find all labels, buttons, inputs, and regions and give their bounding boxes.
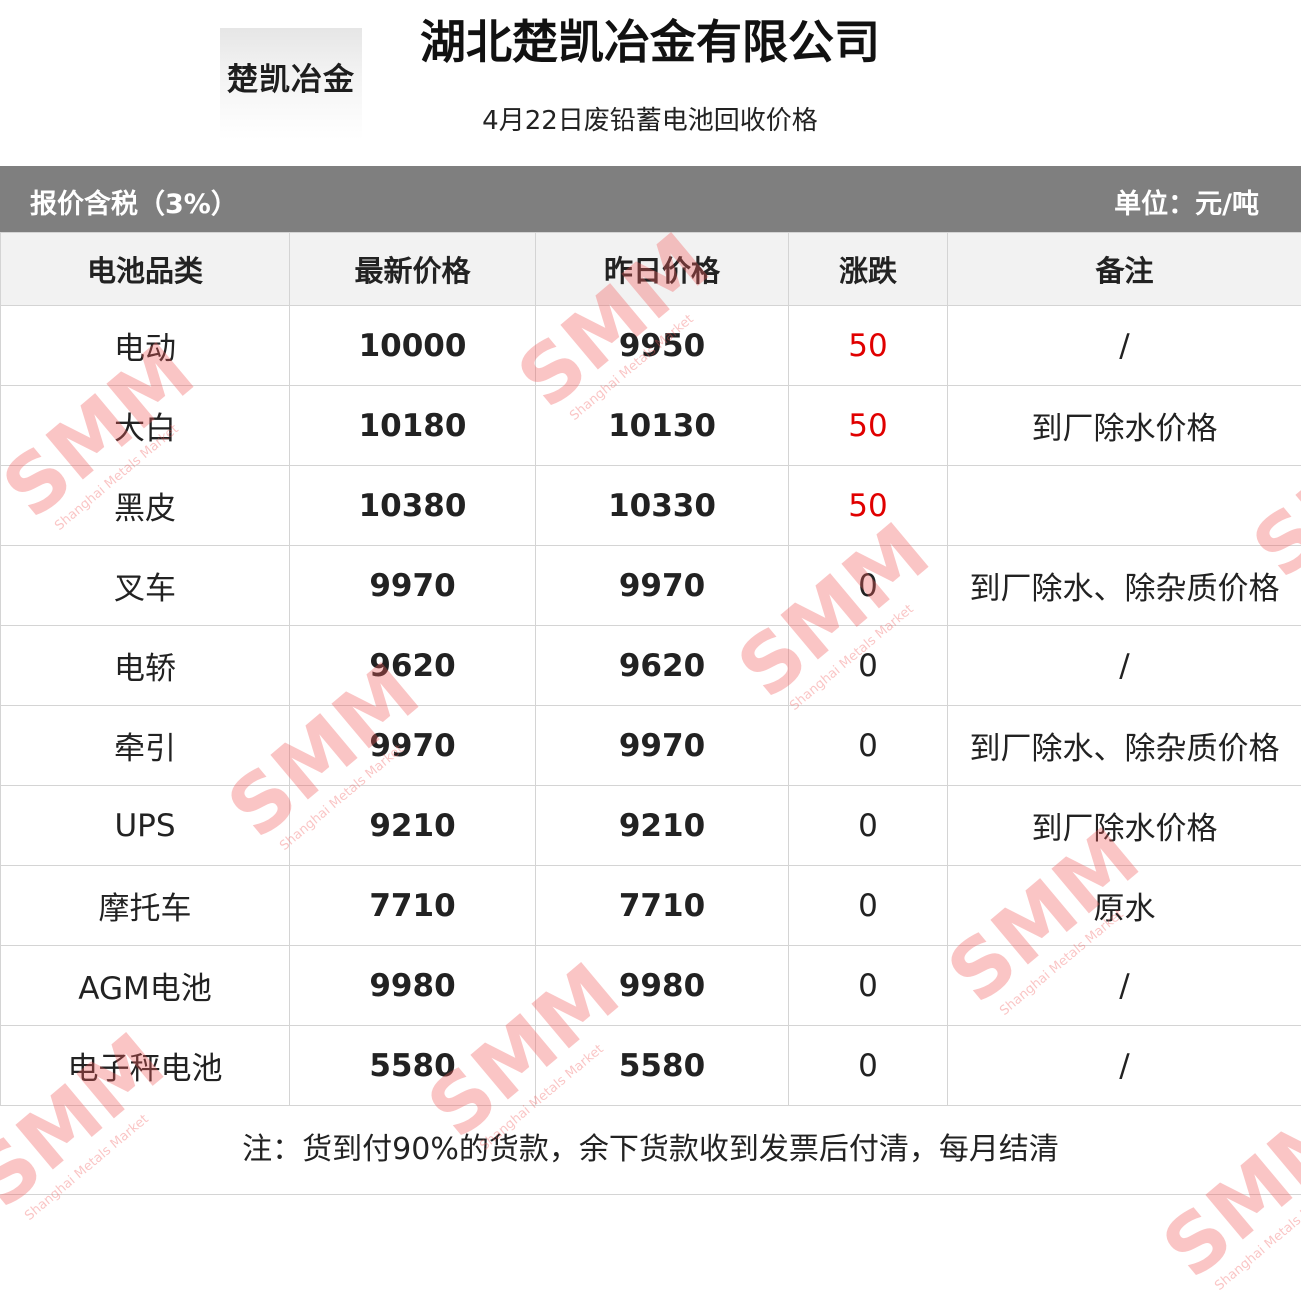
table-row: 牵引997099700到厂除水、除杂质价格 <box>1 706 1301 786</box>
category-cell: 叉车 <box>1 546 290 626</box>
yesterday-price-cell: 9970 <box>536 546 789 626</box>
note-cell <box>948 466 1301 546</box>
latest-price-cell: 9620 <box>290 626 536 706</box>
header-note: 备注 <box>948 233 1301 306</box>
latest-price-cell: 5580 <box>290 1026 536 1106</box>
table-row: 大白101801013050到厂除水价格 <box>1 386 1301 466</box>
latest-price-cell: 10380 <box>290 466 536 546</box>
change-cell: 0 <box>789 786 948 866</box>
change-cell: 0 <box>789 1026 948 1106</box>
category-cell: 电动 <box>1 306 290 386</box>
latest-price-cell: 9970 <box>290 706 536 786</box>
price-info-bar: 报价含税（3%） 单位：元/吨 <box>0 166 1301 232</box>
category-cell: UPS <box>1 786 290 866</box>
table-row: AGM电池998099800/ <box>1 946 1301 1026</box>
yesterday-price-cell: 9970 <box>536 706 789 786</box>
change-cell: 50 <box>789 466 948 546</box>
header-yesterday-price: 昨日价格 <box>536 233 789 306</box>
yesterday-price-cell: 10330 <box>536 466 789 546</box>
table-row: 摩托车771077100原水 <box>1 866 1301 946</box>
note-cell: 到厂除水价格 <box>948 786 1301 866</box>
latest-price-cell: 7710 <box>290 866 536 946</box>
header-change: 涨跌 <box>789 233 948 306</box>
table-row: 电动10000995050/ <box>1 306 1301 386</box>
change-cell: 0 <box>789 626 948 706</box>
footnote: 注：货到付90%的货款，余下货款收到发票后付清，每月结清 <box>0 1106 1301 1195</box>
yesterday-price-cell: 9210 <box>536 786 789 866</box>
latest-price-cell: 10180 <box>290 386 536 466</box>
change-cell: 0 <box>789 866 948 946</box>
yesterday-price-cell: 9980 <box>536 946 789 1026</box>
price-table: 电池品类 最新价格 昨日价格 涨跌 备注 电动10000995050/大白101… <box>0 232 1301 1106</box>
latest-price-cell: 10000 <box>290 306 536 386</box>
header-category: 电池品类 <box>1 233 290 306</box>
change-cell: 0 <box>789 946 948 1026</box>
yesterday-price-cell: 10130 <box>536 386 789 466</box>
yesterday-price-cell: 7710 <box>536 866 789 946</box>
change-cell: 50 <box>789 386 948 466</box>
page-subtitle: 4月22日废铅蓄电池回收价格 <box>300 100 1000 137</box>
category-cell: 黑皮 <box>1 466 290 546</box>
company-title: 湖北楚凯冶金有限公司 <box>300 6 1000 72</box>
note-cell: / <box>948 626 1301 706</box>
category-cell: AGM电池 <box>1 946 290 1026</box>
category-cell: 电轿 <box>1 626 290 706</box>
note-cell: 原水 <box>948 866 1301 946</box>
table-row: UPS921092100到厂除水价格 <box>1 786 1301 866</box>
tax-note: 报价含税（3%） <box>30 182 238 221</box>
latest-price-cell: 9210 <box>290 786 536 866</box>
yesterday-price-cell: 5580 <box>536 1026 789 1106</box>
category-cell: 大白 <box>1 386 290 466</box>
note-cell: / <box>948 946 1301 1026</box>
note-cell: 到厂除水、除杂质价格 <box>948 706 1301 786</box>
latest-price-cell: 9980 <box>290 946 536 1026</box>
note-cell: / <box>948 1026 1301 1106</box>
yesterday-price-cell: 9950 <box>536 306 789 386</box>
category-cell: 牵引 <box>1 706 290 786</box>
table-row: 叉车997099700到厂除水、除杂质价格 <box>1 546 1301 626</box>
table-row: 电子秤电池558055800/ <box>1 1026 1301 1106</box>
table-header-row: 电池品类 最新价格 昨日价格 涨跌 备注 <box>1 233 1301 306</box>
table-row: 电轿962096200/ <box>1 626 1301 706</box>
change-cell: 0 <box>789 706 948 786</box>
category-cell: 电子秤电池 <box>1 1026 290 1106</box>
change-cell: 50 <box>789 306 948 386</box>
yesterday-price-cell: 9620 <box>536 626 789 706</box>
note-cell: / <box>948 306 1301 386</box>
header-latest-price: 最新价格 <box>290 233 536 306</box>
note-cell: 到厂除水价格 <box>948 386 1301 466</box>
table-row: 黑皮103801033050 <box>1 466 1301 546</box>
latest-price-cell: 9970 <box>290 546 536 626</box>
note-cell: 到厂除水、除杂质价格 <box>948 546 1301 626</box>
unit-label: 单位：元/吨 <box>1114 182 1259 221</box>
category-cell: 摩托车 <box>1 866 290 946</box>
change-cell: 0 <box>789 546 948 626</box>
